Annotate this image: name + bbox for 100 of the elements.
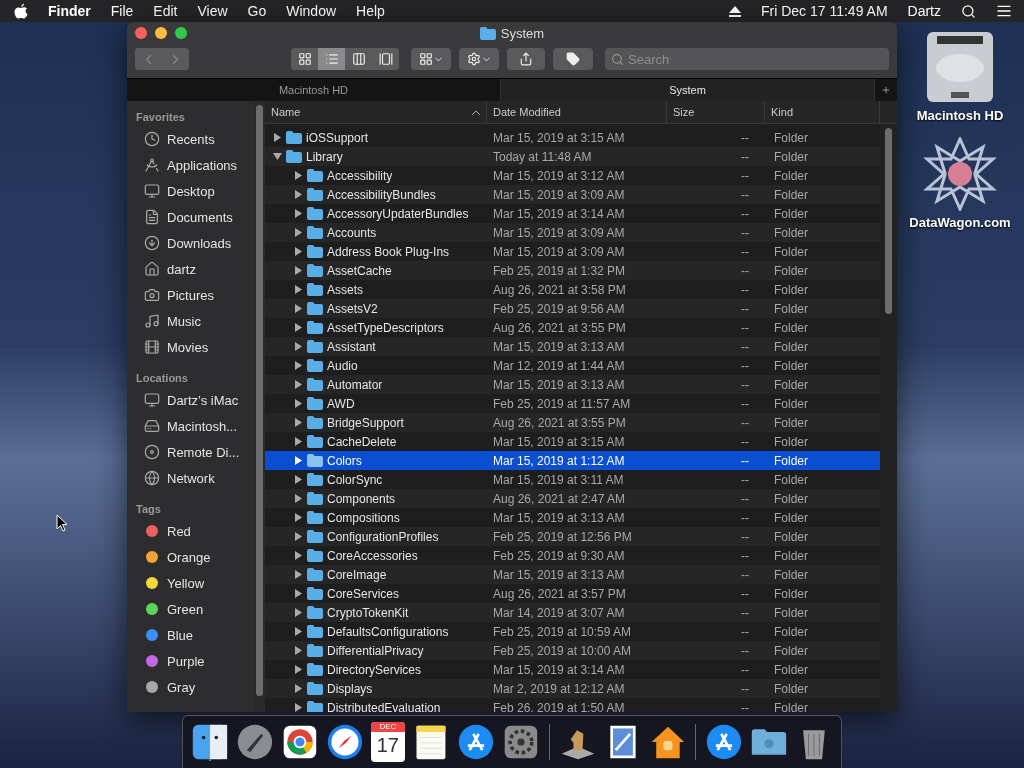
triangle-right-icon[interactable]	[294, 342, 303, 351]
sidebar-item[interactable]: Music	[136, 308, 254, 334]
eject-icon[interactable]	[728, 5, 741, 17]
sidebar-item[interactable]: Orange	[136, 544, 254, 570]
sidebar-item[interactable]: dartz	[136, 256, 254, 282]
triangle-right-icon[interactable]	[294, 266, 303, 275]
triangle-right-icon[interactable]	[294, 608, 303, 617]
file-row[interactable]: Components Aug 26, 2021 at 2:47 AM -- Folder	[265, 489, 880, 508]
list-icon[interactable]	[996, 3, 1012, 19]
file-row[interactable]: Automator Mar 15, 2019 at 3:13 AM -- Folder	[265, 375, 880, 394]
sidebar-item[interactable]: Documents	[136, 204, 254, 230]
minimize-button[interactable]	[155, 27, 167, 39]
search-field[interactable]: Search	[605, 48, 889, 70]
triangle-right-icon[interactable]	[294, 437, 303, 446]
column-header[interactable]: Kind	[765, 101, 880, 123]
triangle-right-icon[interactable]	[294, 589, 303, 598]
sidebar-item[interactable]: Purple	[136, 648, 254, 674]
file-row[interactable]: Accounts Mar 15, 2019 at 3:09 AM -- Folder	[265, 223, 880, 242]
triangle-right-icon[interactable]	[294, 361, 303, 370]
triangle-right-icon[interactable]	[294, 418, 303, 427]
triangle-right-icon[interactable]	[294, 247, 303, 256]
zoom-button[interactable]	[175, 27, 187, 39]
column-header[interactable]: Name	[265, 101, 487, 123]
search-icon[interactable]	[961, 3, 976, 19]
sidebar-item[interactable]: Dartz’s iMac	[136, 387, 254, 413]
triangle-right-icon[interactable]	[294, 665, 303, 674]
triangle-right-icon[interactable]	[294, 570, 303, 579]
scrollbar-thumb[interactable]	[885, 128, 892, 314]
triangle-right-icon[interactable]	[294, 646, 303, 655]
star-pattern-icon[interactable]	[923, 137, 997, 211]
menu-item[interactable]: Help	[356, 3, 385, 19]
file-row[interactable]: Assistant Mar 15, 2019 at 3:13 AM -- Folder	[265, 337, 880, 356]
triangle-right-icon[interactable]	[294, 532, 303, 541]
action-button[interactable]	[459, 48, 499, 70]
file-row[interactable]: CryptoTokenKit Mar 14, 2019 at 3:07 AM -- Folder	[265, 603, 880, 622]
file-row[interactable]: ConfigurationProfiles Feb 25, 2019 at 12:56 PM -- Folder	[265, 527, 880, 546]
sidebar-item[interactable]: Pictures	[136, 282, 254, 308]
column-header[interactable]: Size	[667, 101, 765, 123]
clock-text[interactable]: Fri Dec 17 11:49 AM	[760, 3, 888, 19]
triangle-right-icon[interactable]	[294, 285, 303, 294]
desktop-icon-label[interactable]: Macintosh HD	[916, 108, 1004, 123]
file-row[interactable]: BridgeSupport Aug 26, 2021 at 3:55 PM -- Folder	[265, 413, 880, 432]
triangle-right-icon[interactable]	[294, 228, 303, 237]
triangle-right-icon[interactable]	[294, 551, 303, 560]
menu-item[interactable]: File	[110, 3, 134, 19]
file-row[interactable]: AssetsV2 Feb 25, 2019 at 9:56 AM -- Folder	[265, 299, 880, 318]
file-row[interactable]: Colors Mar 15, 2019 at 1:12 AM -- Folder	[265, 451, 880, 470]
triangle-right-icon[interactable]	[294, 304, 303, 313]
sidebar-item[interactable]: Red	[136, 518, 254, 544]
sidebar-item[interactable]: Green	[136, 596, 254, 622]
triangle-right-icon[interactable]	[294, 494, 303, 503]
menu-item[interactable]: Window	[286, 3, 337, 19]
file-row[interactable]: CoreImage Mar 15, 2019 at 3:13 AM -- Folder	[265, 565, 880, 584]
tab[interactable]: System	[501, 79, 875, 101]
sidebar-item[interactable]: Blue	[136, 622, 254, 648]
triangle-right-icon[interactable]	[294, 380, 303, 389]
sidebar-item[interactable]: Network	[136, 465, 254, 491]
hard-drive-icon[interactable]	[925, 30, 995, 104]
scrollbar-thumb[interactable]	[256, 105, 263, 696]
file-row[interactable]: Displays Mar 2, 2019 at 12:12 AM -- Folder	[265, 679, 880, 698]
sidebar-item[interactable]: Desktop	[136, 178, 254, 204]
triangle-right-icon[interactable]	[294, 399, 303, 408]
sidebar-item[interactable]: Gray	[136, 674, 254, 700]
folder-icon	[307, 340, 323, 353]
file-row[interactable]: Library Today at 11:48 AM -- Folder	[265, 147, 880, 166]
sidebar-item[interactable]: Recents	[136, 126, 254, 152]
triangle-right-icon[interactable]	[294, 190, 303, 199]
share-button[interactable]	[507, 48, 545, 70]
menu-item[interactable]: View	[197, 3, 228, 19]
sidebar-item[interactable]: Macintosh...	[136, 413, 254, 439]
triangle-right-icon[interactable]	[294, 456, 303, 465]
column-header[interactable]: Date Modified	[487, 101, 667, 123]
close-button[interactable]	[135, 27, 147, 39]
group-button[interactable]	[411, 48, 451, 70]
triangle-right-icon[interactable]	[294, 475, 303, 484]
menu-item[interactable]: Go	[247, 3, 267, 19]
triangle-right-icon[interactable]	[294, 513, 303, 522]
triangle-down-icon[interactable]	[273, 152, 282, 161]
desktop-icon-label[interactable]: DataWagon.com	[909, 215, 1011, 230]
tag-button[interactable]	[553, 48, 593, 70]
triangle-right-icon[interactable]	[294, 171, 303, 180]
file-row[interactable]: DifferentialPrivacy Feb 25, 2019 at 10:00 AM -- Folder	[265, 641, 880, 660]
triangle-right-icon[interactable]	[294, 323, 303, 332]
triangle-right-icon[interactable]	[273, 133, 282, 142]
sidebar-item[interactable]: Downloads	[136, 230, 254, 256]
file-row[interactable]: AssetCache Feb 25, 2019 at 1:32 PM -- Folder	[265, 261, 880, 280]
file-row[interactable]: AccessibilityBundles Mar 15, 2019 at 3:09 AM -- Folder	[265, 185, 880, 204]
menu-item[interactable]: Edit	[153, 3, 178, 19]
sidebar-item[interactable]: Yellow	[136, 570, 254, 596]
triangle-right-icon[interactable]	[294, 684, 303, 693]
sidebar-item[interactable]: Applications	[136, 152, 254, 178]
app-menu[interactable]: Finder	[48, 3, 91, 19]
apple-icon[interactable]	[14, 3, 28, 19]
triangle-right-icon[interactable]	[294, 703, 303, 712]
triangle-right-icon[interactable]	[294, 209, 303, 218]
user-name[interactable]: Dartz	[907, 3, 941, 19]
sidebar-item[interactable]: Remote Di...	[136, 439, 254, 465]
calendar-icon[interactable]: DEC 17	[370, 722, 405, 762]
triangle-right-icon[interactable]	[294, 627, 303, 636]
sidebar-item[interactable]: Movies	[136, 334, 254, 360]
